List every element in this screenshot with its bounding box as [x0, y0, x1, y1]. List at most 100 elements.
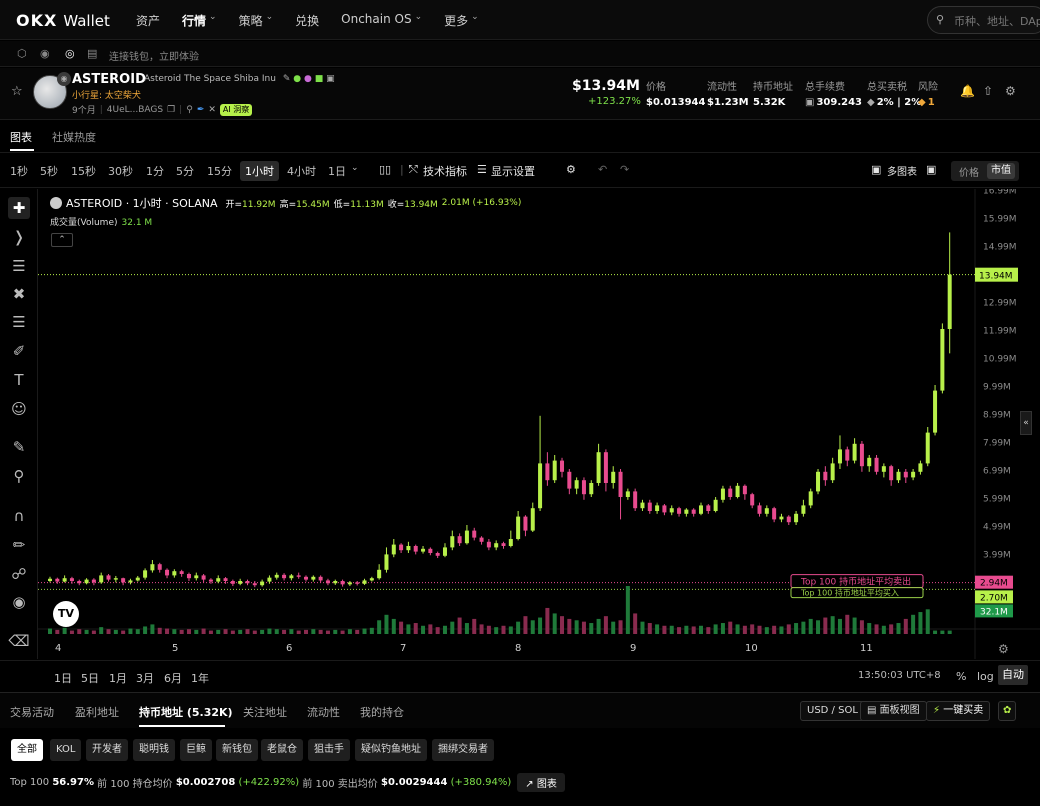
collapse-right-panel-button[interactable]: «	[1020, 411, 1032, 435]
star-icon[interactable]: ☆	[11, 84, 23, 99]
tradingview-logo[interactable]: TV	[53, 601, 79, 627]
interval-1[interactable]: 5秒	[40, 163, 58, 179]
filter-7[interactable]: 狙击手	[308, 739, 350, 761]
undo-icon[interactable]: ↶	[598, 163, 607, 176]
text-icon[interactable]: T	[8, 369, 30, 391]
auto-scale-button[interactable]: 自动	[998, 665, 1028, 685]
ai-insight-badge[interactable]: AI 洞察	[219, 103, 253, 116]
lock-icon[interactable]: ☍	[8, 563, 30, 585]
zoom-icon[interactable]: ⚲	[8, 465, 30, 487]
interval-0[interactable]: 1秒	[10, 163, 28, 179]
search-input[interactable]: ⚲ 币种、地址、DApp	[927, 6, 1040, 34]
range-4[interactable]: 6月	[164, 670, 182, 686]
gear-icon[interactable]: ⚙	[566, 163, 576, 176]
fib-icon[interactable]: ☰	[8, 311, 30, 333]
bottom-tab-0[interactable]: 交易活动	[10, 704, 54, 720]
settings-icon[interactable]: ⚙	[1005, 84, 1016, 98]
multi-chart-button[interactable]: 多图表	[887, 163, 917, 178]
bottom-tab-2[interactable]: 持币地址 (5.32K)	[139, 704, 233, 720]
nav-item-4[interactable]: Onchain OS	[341, 12, 411, 29]
display-settings-button[interactable]: 显示设置	[491, 163, 535, 179]
bottom-tab-4[interactable]: 流动性	[307, 704, 340, 720]
candle-type-icon[interactable]: ▯▯	[379, 163, 391, 176]
trendline-icon[interactable]: ❭	[8, 226, 30, 248]
search-icon[interactable]: ⚲	[186, 105, 193, 115]
currency-toggle[interactable]: USD / SOL	[800, 701, 865, 721]
share-icon[interactable]: ⇧	[983, 84, 993, 98]
bell-icon[interactable]: 🔔	[960, 84, 975, 98]
eye-icon[interactable]: ◉	[8, 591, 30, 613]
filter-4[interactable]: 巨鲸	[180, 739, 212, 761]
toggle-mcap[interactable]: 市值	[987, 163, 1015, 179]
filter-1[interactable]: KOL	[50, 739, 82, 761]
brand-logo[interactable]: OKX Wallet	[16, 11, 110, 30]
utc-clock[interactable]: 13:50:03 UTC+8	[858, 670, 941, 681]
interval-5[interactable]: 5分	[176, 163, 194, 179]
filter-2[interactable]: 开发者	[86, 739, 128, 761]
collapse-legend-button[interactable]: ⌃	[51, 233, 73, 247]
x-icon[interactable]: ✕	[208, 105, 216, 115]
nav-item-2[interactable]: 策略	[239, 12, 263, 29]
range-2[interactable]: 1月	[109, 670, 127, 686]
nav-item-5[interactable]: 更多	[444, 12, 468, 29]
interval-3[interactable]: 30秒	[108, 163, 133, 179]
horizontal-lines-icon[interactable]: ☰	[8, 255, 30, 277]
feather-icon[interactable]: ✒	[197, 105, 205, 115]
hexagon-icon[interactable]: ⬡	[17, 47, 27, 60]
bottom-tab-5[interactable]: 我的持仓	[360, 704, 404, 720]
interval-9[interactable]: 1日	[328, 163, 346, 179]
nav-item-0[interactable]: 资产	[136, 12, 160, 29]
document-icon[interactable]: ▤	[87, 47, 97, 60]
pencil-lock-icon[interactable]: ✏	[8, 534, 30, 556]
trash-icon[interactable]: ⌫	[8, 630, 30, 652]
bottom-tab-3[interactable]: 关注地址	[243, 704, 287, 720]
display-settings-icon[interactable]: ☰	[477, 163, 487, 176]
nav-item-1[interactable]: 行情	[182, 12, 206, 29]
filter-5[interactable]: 新钱包	[216, 739, 258, 761]
quick-buy-button[interactable]: ⚡ 一键买卖	[926, 701, 991, 721]
tab-chart[interactable]: 图表	[10, 129, 32, 145]
copy-icon[interactable]: ❐	[167, 105, 175, 115]
token-address[interactable]: 4UeL...BAGS	[107, 105, 163, 115]
toggle-price[interactable]: 价格	[959, 164, 979, 179]
pattern-icon[interactable]: ✖	[8, 283, 30, 305]
panel-view-button[interactable]: ▤ 面板视图	[860, 701, 927, 721]
interval-6[interactable]: 15分	[207, 163, 232, 179]
fullscreen-icon[interactable]: ▣	[926, 163, 936, 176]
holder-chart-button[interactable]: ↗ 图表	[517, 773, 565, 792]
target-icon[interactable]: ◎	[65, 47, 75, 60]
filter-8[interactable]: 疑似钓鱼地址	[355, 739, 427, 761]
emoji-icon[interactable]: ☺	[8, 398, 30, 420]
filter-0[interactable]: 全部	[11, 739, 43, 761]
cluster-icon[interactable]: ✿	[998, 701, 1017, 721]
interval-4[interactable]: 1分	[146, 163, 164, 179]
crosshair-icon[interactable]: ✚	[8, 197, 30, 219]
tab-social[interactable]: 社媒热度	[52, 129, 96, 145]
connect-wallet-link[interactable]: 连接钱包，立即体验	[109, 48, 199, 63]
log-toggle[interactable]: log	[977, 670, 994, 683]
range-3[interactable]: 3月	[136, 670, 154, 686]
bottom-tab-1[interactable]: 盈利地址	[75, 704, 119, 720]
indicators-icon[interactable]: ⤲	[409, 163, 418, 177]
edit-icon[interactable]: ✎	[283, 74, 291, 84]
percent-toggle[interactable]: %	[956, 670, 966, 683]
brush-icon[interactable]: ✐	[8, 340, 30, 362]
interval-8[interactable]: 4小时	[287, 163, 316, 179]
chart-canvas[interactable]: 3.99M 4.99M 5.99M 6.99M 7.99M 8.99M 9.99M 10.99…	[38, 189, 1040, 659]
chevron-down-icon[interactable]: ⌄	[351, 163, 359, 173]
price-chart[interactable]: 3.99M 4.99M 5.99M 6.99M 7.99M 8.99M 9.99M 10.99…	[38, 189, 1040, 659]
filter-6[interactable]: 老鼠仓	[261, 739, 303, 761]
redo-icon[interactable]: ↷	[620, 163, 629, 176]
filter-3[interactable]: 聪明钱	[133, 739, 175, 761]
indicators-button[interactable]: 技术指标	[423, 163, 467, 179]
ruler-icon[interactable]: ✎	[8, 436, 30, 458]
gear-icon[interactable]: ◉	[40, 47, 50, 60]
filter-9[interactable]: 捆绑交易者	[432, 739, 494, 761]
range-1[interactable]: 5日	[81, 670, 99, 686]
interval-7[interactable]: 1小时	[240, 161, 279, 181]
multi-chart-icon[interactable]: ▣	[871, 163, 881, 176]
interval-2[interactable]: 15秒	[71, 163, 96, 179]
range-5[interactable]: 1年	[191, 670, 209, 686]
nav-item-3[interactable]: 兑换	[295, 12, 319, 29]
magnet-icon[interactable]: ∩	[8, 505, 30, 527]
